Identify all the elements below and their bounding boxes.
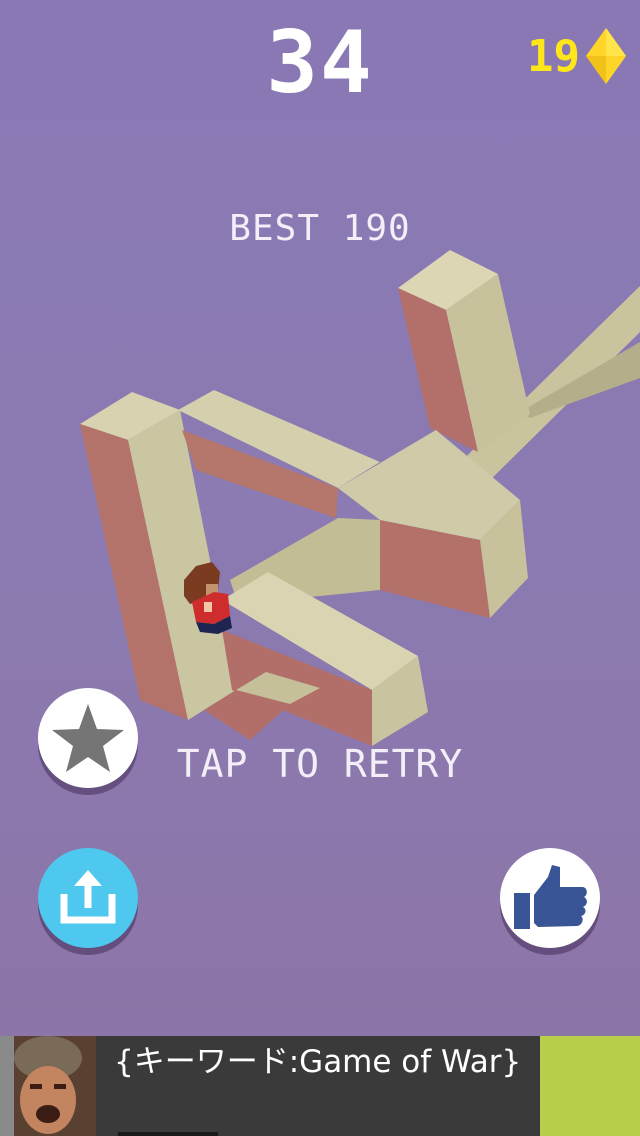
rate-button[interactable]	[38, 688, 138, 788]
ad-thumbnail	[0, 1036, 96, 1136]
best-score: BEST 190	[229, 208, 411, 249]
ad-text: {キーワード:Game of War}	[114, 1044, 522, 1080]
player-shirt-detail	[204, 602, 212, 612]
gem-count: 19	[527, 30, 580, 82]
game-screen[interactable]: 34 19 BEST 190 TAP TO RETRY {キーワード:Game …	[0, 0, 640, 1136]
share-button[interactable]	[38, 848, 138, 948]
ad-action-button[interactable]	[540, 1036, 640, 1136]
like-button[interactable]	[500, 848, 600, 948]
share-icon	[60, 870, 116, 924]
gem-counter: 19	[527, 28, 626, 84]
ad-progress-bar	[118, 1132, 218, 1136]
diamond-icon	[586, 28, 626, 84]
ad-banner[interactable]: {キーワード:Game of War}	[0, 1036, 640, 1136]
thumbs-up-icon	[514, 865, 587, 929]
star-icon	[52, 704, 124, 772]
